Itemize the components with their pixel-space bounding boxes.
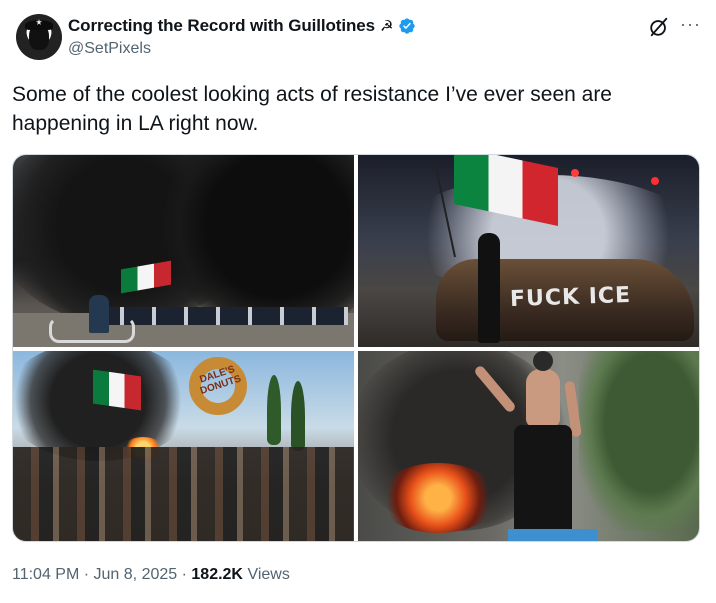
photo-smoke-police[interactable]	[13, 155, 354, 347]
photo-burned-car[interactable]: FUCK ICE	[358, 155, 699, 347]
name-row: Correcting the Record with Guillotines ☭	[68, 16, 416, 36]
car-graffiti: FUCK ICE	[509, 282, 632, 313]
media-grid: FUCK ICE DALE'S DONUTS	[12, 154, 700, 542]
author-handle[interactable]: @SetPixels	[68, 40, 151, 58]
person-standing	[478, 233, 500, 343]
verified-badge-icon[interactable]	[398, 17, 416, 35]
police-line	[98, 307, 348, 325]
man-head	[533, 351, 553, 371]
man-legs	[514, 425, 572, 541]
tweet-date[interactable]: Jun 8, 2025	[94, 566, 178, 583]
meta-separator: ·	[181, 566, 187, 583]
more-options-button[interactable]: ···	[680, 14, 701, 35]
display-name[interactable]: Correcting the Record with Guillotines	[68, 16, 375, 36]
trees	[579, 351, 699, 531]
fire	[378, 463, 498, 533]
avatar[interactable]	[16, 14, 62, 60]
hammer-sickle-icon: ☭	[379, 18, 394, 35]
meta-separator: ·	[83, 566, 90, 583]
tweet-meta: 11:04 PM · Jun 8, 2025 · 182.2K Views	[12, 566, 290, 584]
grok-icon[interactable]	[648, 16, 670, 38]
motorcycle	[49, 317, 135, 343]
smoke-cloud	[13, 351, 193, 461]
views-count: 182.2K	[191, 566, 243, 583]
mexican-flag	[93, 369, 141, 411]
photo-man-on-car[interactable]	[358, 351, 699, 541]
crowd	[13, 447, 354, 541]
trees	[267, 375, 281, 445]
tweet-text: Some of the coolest looking acts of resi…	[12, 83, 612, 135]
photo-crowd-donut[interactable]: DALE'S DONUTS	[13, 351, 354, 541]
views-label: Views	[247, 566, 290, 583]
man-torso	[526, 369, 560, 427]
traffic-light	[651, 177, 659, 185]
tweet-header: Correcting the Record with Guillotines ☭…	[12, 10, 704, 70]
car-roof	[508, 529, 598, 541]
tweet-time[interactable]: 11:04 PM	[12, 566, 79, 583]
